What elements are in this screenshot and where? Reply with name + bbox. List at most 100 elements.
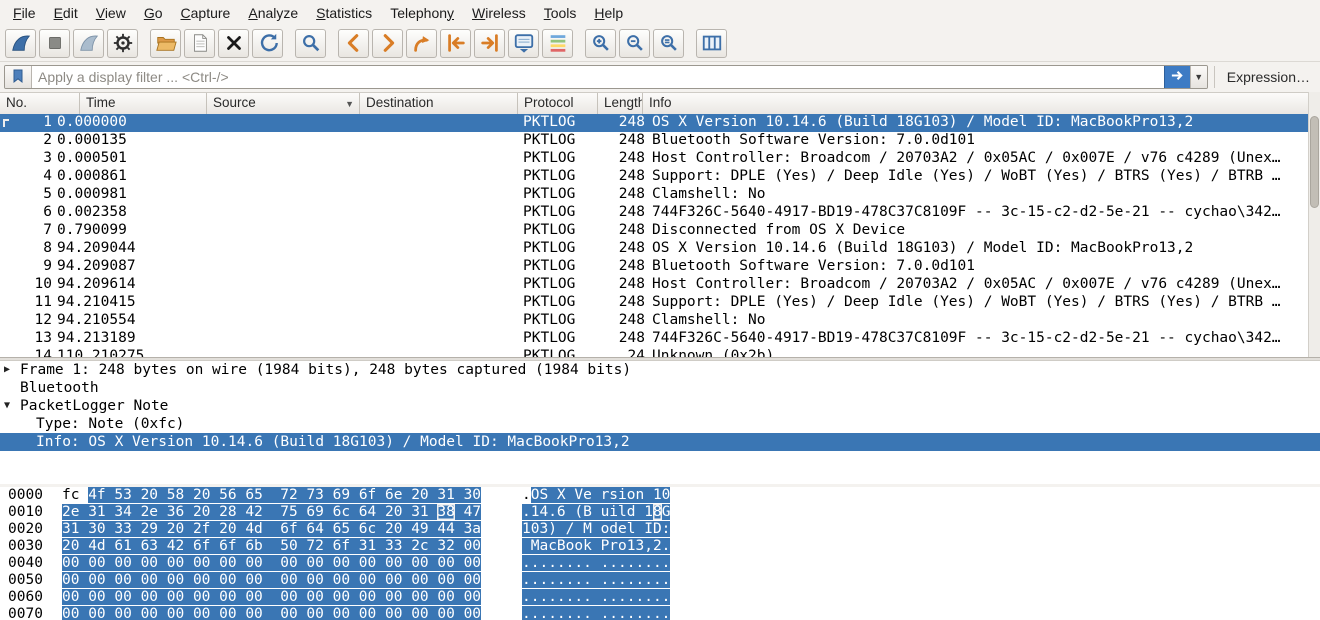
restart-capture-button[interactable] xyxy=(73,29,104,58)
scrollbar-thumb[interactable] xyxy=(1310,116,1319,208)
hex-row-0070[interactable]: 007000 00 00 00 00 00 00 00 00 00 00 00 … xyxy=(0,606,1320,620)
packet-bytes-pane: 0000fc 4f 53 20 58 20 56 65 72 73 69 6f … xyxy=(0,487,1320,620)
expression-button[interactable]: Expression… xyxy=(1214,66,1316,88)
colorize-button[interactable] xyxy=(542,29,573,58)
auto-scroll-icon xyxy=(513,32,535,54)
detail-line[interactable]: ▼PacketLogger Note xyxy=(0,397,1320,415)
colorize-icon xyxy=(547,32,569,54)
previous-packet-icon xyxy=(343,32,365,54)
column-header-info[interactable]: Info xyxy=(643,93,1320,114)
capture-options-button[interactable] xyxy=(107,29,138,58)
hex-offset: 0050 xyxy=(8,572,43,589)
auto-scroll-button[interactable] xyxy=(508,29,539,58)
packet-row-13[interactable]: 1394.213189PKTLOG248744F326C-5640-4917-B… xyxy=(0,330,1308,348)
column-header-destination[interactable]: Destination xyxy=(360,93,518,114)
hex-bytes: 20 4d 61 63 42 6f 6f 6b 50 72 6f 31 33 2… xyxy=(62,538,481,555)
packet-row-10[interactable]: 1094.209614PKTLOG248Host Controller: Bro… xyxy=(0,276,1308,294)
apply-filter-icon xyxy=(1170,68,1185,86)
find-packet-button[interactable] xyxy=(295,29,326,58)
menu-item-edit[interactable]: Edit xyxy=(45,2,87,24)
menu-item-view[interactable]: View xyxy=(87,2,135,24)
detail-line[interactable]: Info: OS X Version 10.14.6 (Build 18G103… xyxy=(0,433,1320,451)
menu-item-wireless[interactable]: Wireless xyxy=(463,2,535,24)
hex-ascii: ........ ........ xyxy=(522,555,670,572)
stop-capture-button[interactable] xyxy=(39,29,70,58)
display-filter-input[interactable] xyxy=(32,66,1164,88)
go-to-packet-icon xyxy=(411,32,433,54)
hex-row-0040[interactable]: 004000 00 00 00 00 00 00 00 00 00 00 00 … xyxy=(0,555,1320,572)
menu-item-help[interactable]: Help xyxy=(585,2,632,24)
packet-row-5[interactable]: 50.000981PKTLOG248Clamshell: No xyxy=(0,186,1308,204)
packet-row-3[interactable]: 30.000501PKTLOG248Host Controller: Broad… xyxy=(0,150,1308,168)
hex-offset: 0070 xyxy=(8,606,43,620)
column-header-label: No. xyxy=(6,95,27,110)
packet-row-9[interactable]: 994.209087PKTLOG248Bluetooth Software Ve… xyxy=(0,258,1308,276)
next-packet-button[interactable] xyxy=(372,29,403,58)
hex-row-0030[interactable]: 003020 4d 61 63 42 6f 6f 6b 50 72 6f 31 … xyxy=(0,538,1320,555)
hex-row-0000[interactable]: 0000fc 4f 53 20 58 20 56 65 72 73 69 6f … xyxy=(0,487,1320,504)
column-header-protocol[interactable]: Protocol xyxy=(518,93,598,114)
hex-row-0050[interactable]: 005000 00 00 00 00 00 00 00 00 00 00 00 … xyxy=(0,572,1320,589)
packet-row-14[interactable]: 14110.210275PKTLOG24Unknown (0x2b) xyxy=(0,348,1308,357)
detail-line[interactable]: Bluetooth xyxy=(0,379,1320,397)
packet-row-6[interactable]: 60.002358PKTLOG248744F326C-5640-4917-BD1… xyxy=(0,204,1308,222)
menu-item-file[interactable]: File xyxy=(4,2,45,24)
column-header-source[interactable]: Source▼ xyxy=(207,93,360,114)
save-file-icon xyxy=(189,32,211,54)
bookmark-icon xyxy=(10,68,26,87)
start-capture-icon xyxy=(10,32,32,54)
packet-row-8[interactable]: 894.209044PKTLOG248OS X Version 10.14.6 … xyxy=(0,240,1308,258)
save-file-button[interactable] xyxy=(184,29,215,58)
collapsed-expander-icon[interactable]: ▶ xyxy=(4,361,20,379)
hex-offset: 0060 xyxy=(8,589,43,606)
resize-columns-button[interactable] xyxy=(696,29,727,58)
detail-line-text: Info: OS X Version 10.14.6 (Build 18G103… xyxy=(36,433,630,451)
packet-row-12[interactable]: 1294.210554PKTLOG248Clamshell: No xyxy=(0,312,1308,330)
packet-row-2[interactable]: 20.000135PKTLOG248Bluetooth Software Ver… xyxy=(0,132,1308,150)
expanded-expander-icon[interactable]: ▼ xyxy=(4,397,20,415)
close-file-button[interactable] xyxy=(218,29,249,58)
packet-row-1[interactable]: 10.000000PKTLOG248OS X Version 10.14.6 (… xyxy=(0,114,1308,132)
stop-capture-icon xyxy=(44,32,66,54)
packet-row-7[interactable]: 70.790099PKTLOG248Disconnected from OS X… xyxy=(0,222,1308,240)
zoom-out-button[interactable] xyxy=(619,29,650,58)
normal-size-button[interactable] xyxy=(653,29,684,58)
zoom-out-icon xyxy=(624,32,646,54)
packet-list-scrollbar[interactable] xyxy=(1308,92,1320,357)
reload-button[interactable] xyxy=(252,29,283,58)
column-header-label: Length xyxy=(604,95,643,110)
apply-filter-button[interactable] xyxy=(1164,66,1190,88)
hex-offset: 0000 xyxy=(8,487,43,504)
first-packet-button[interactable] xyxy=(440,29,471,58)
column-header-label: Protocol xyxy=(524,95,574,110)
hex-ascii: 103) / M odel ID: xyxy=(522,521,670,538)
column-header-time[interactable]: Time xyxy=(80,93,207,114)
detail-line[interactable]: ▶Frame 1: 248 bytes on wire (1984 bits),… xyxy=(0,361,1320,379)
menu-item-go[interactable]: Go xyxy=(135,2,172,24)
open-file-icon xyxy=(155,32,177,54)
start-capture-button[interactable] xyxy=(5,29,36,58)
column-header-length[interactable]: Length xyxy=(598,93,643,114)
column-header-no[interactable]: No. xyxy=(0,93,80,114)
menu-item-tools[interactable]: Tools xyxy=(535,2,586,24)
hex-row-0010[interactable]: 00102e 31 34 2e 36 20 28 42 75 69 6c 64 … xyxy=(0,504,1320,521)
previous-packet-button[interactable] xyxy=(338,29,369,58)
filter-history-dropdown[interactable]: ▼ xyxy=(1190,66,1207,88)
packet-row-11[interactable]: 1194.210415PKTLOG248Support: DPLE (Yes) … xyxy=(0,294,1308,312)
hex-ascii: .14.6 (B uild 18G xyxy=(522,504,670,521)
packet-row-4[interactable]: 40.000861PKTLOG248Support: DPLE (Yes) / … xyxy=(0,168,1308,186)
hex-row-0060[interactable]: 006000 00 00 00 00 00 00 00 00 00 00 00 … xyxy=(0,589,1320,606)
last-packet-icon xyxy=(479,32,501,54)
hex-row-0020[interactable]: 002031 30 33 29 20 2f 20 4d 6f 64 65 6c … xyxy=(0,521,1320,538)
open-file-button[interactable] xyxy=(150,29,181,58)
menu-item-telephony[interactable]: Telephony xyxy=(381,2,463,24)
menu-item-statistics[interactable]: Statistics xyxy=(307,2,381,24)
filter-bookmark-button[interactable] xyxy=(5,66,32,88)
detail-line[interactable]: Type: Note (0xfc) xyxy=(0,415,1320,433)
menu-item-capture[interactable]: Capture xyxy=(172,2,240,24)
go-to-packet-button[interactable] xyxy=(406,29,437,58)
filter-bar: ▼ Expression… xyxy=(0,62,1320,92)
zoom-in-button[interactable] xyxy=(585,29,616,58)
menu-item-analyze[interactable]: Analyze xyxy=(239,2,307,24)
last-packet-button[interactable] xyxy=(474,29,505,58)
